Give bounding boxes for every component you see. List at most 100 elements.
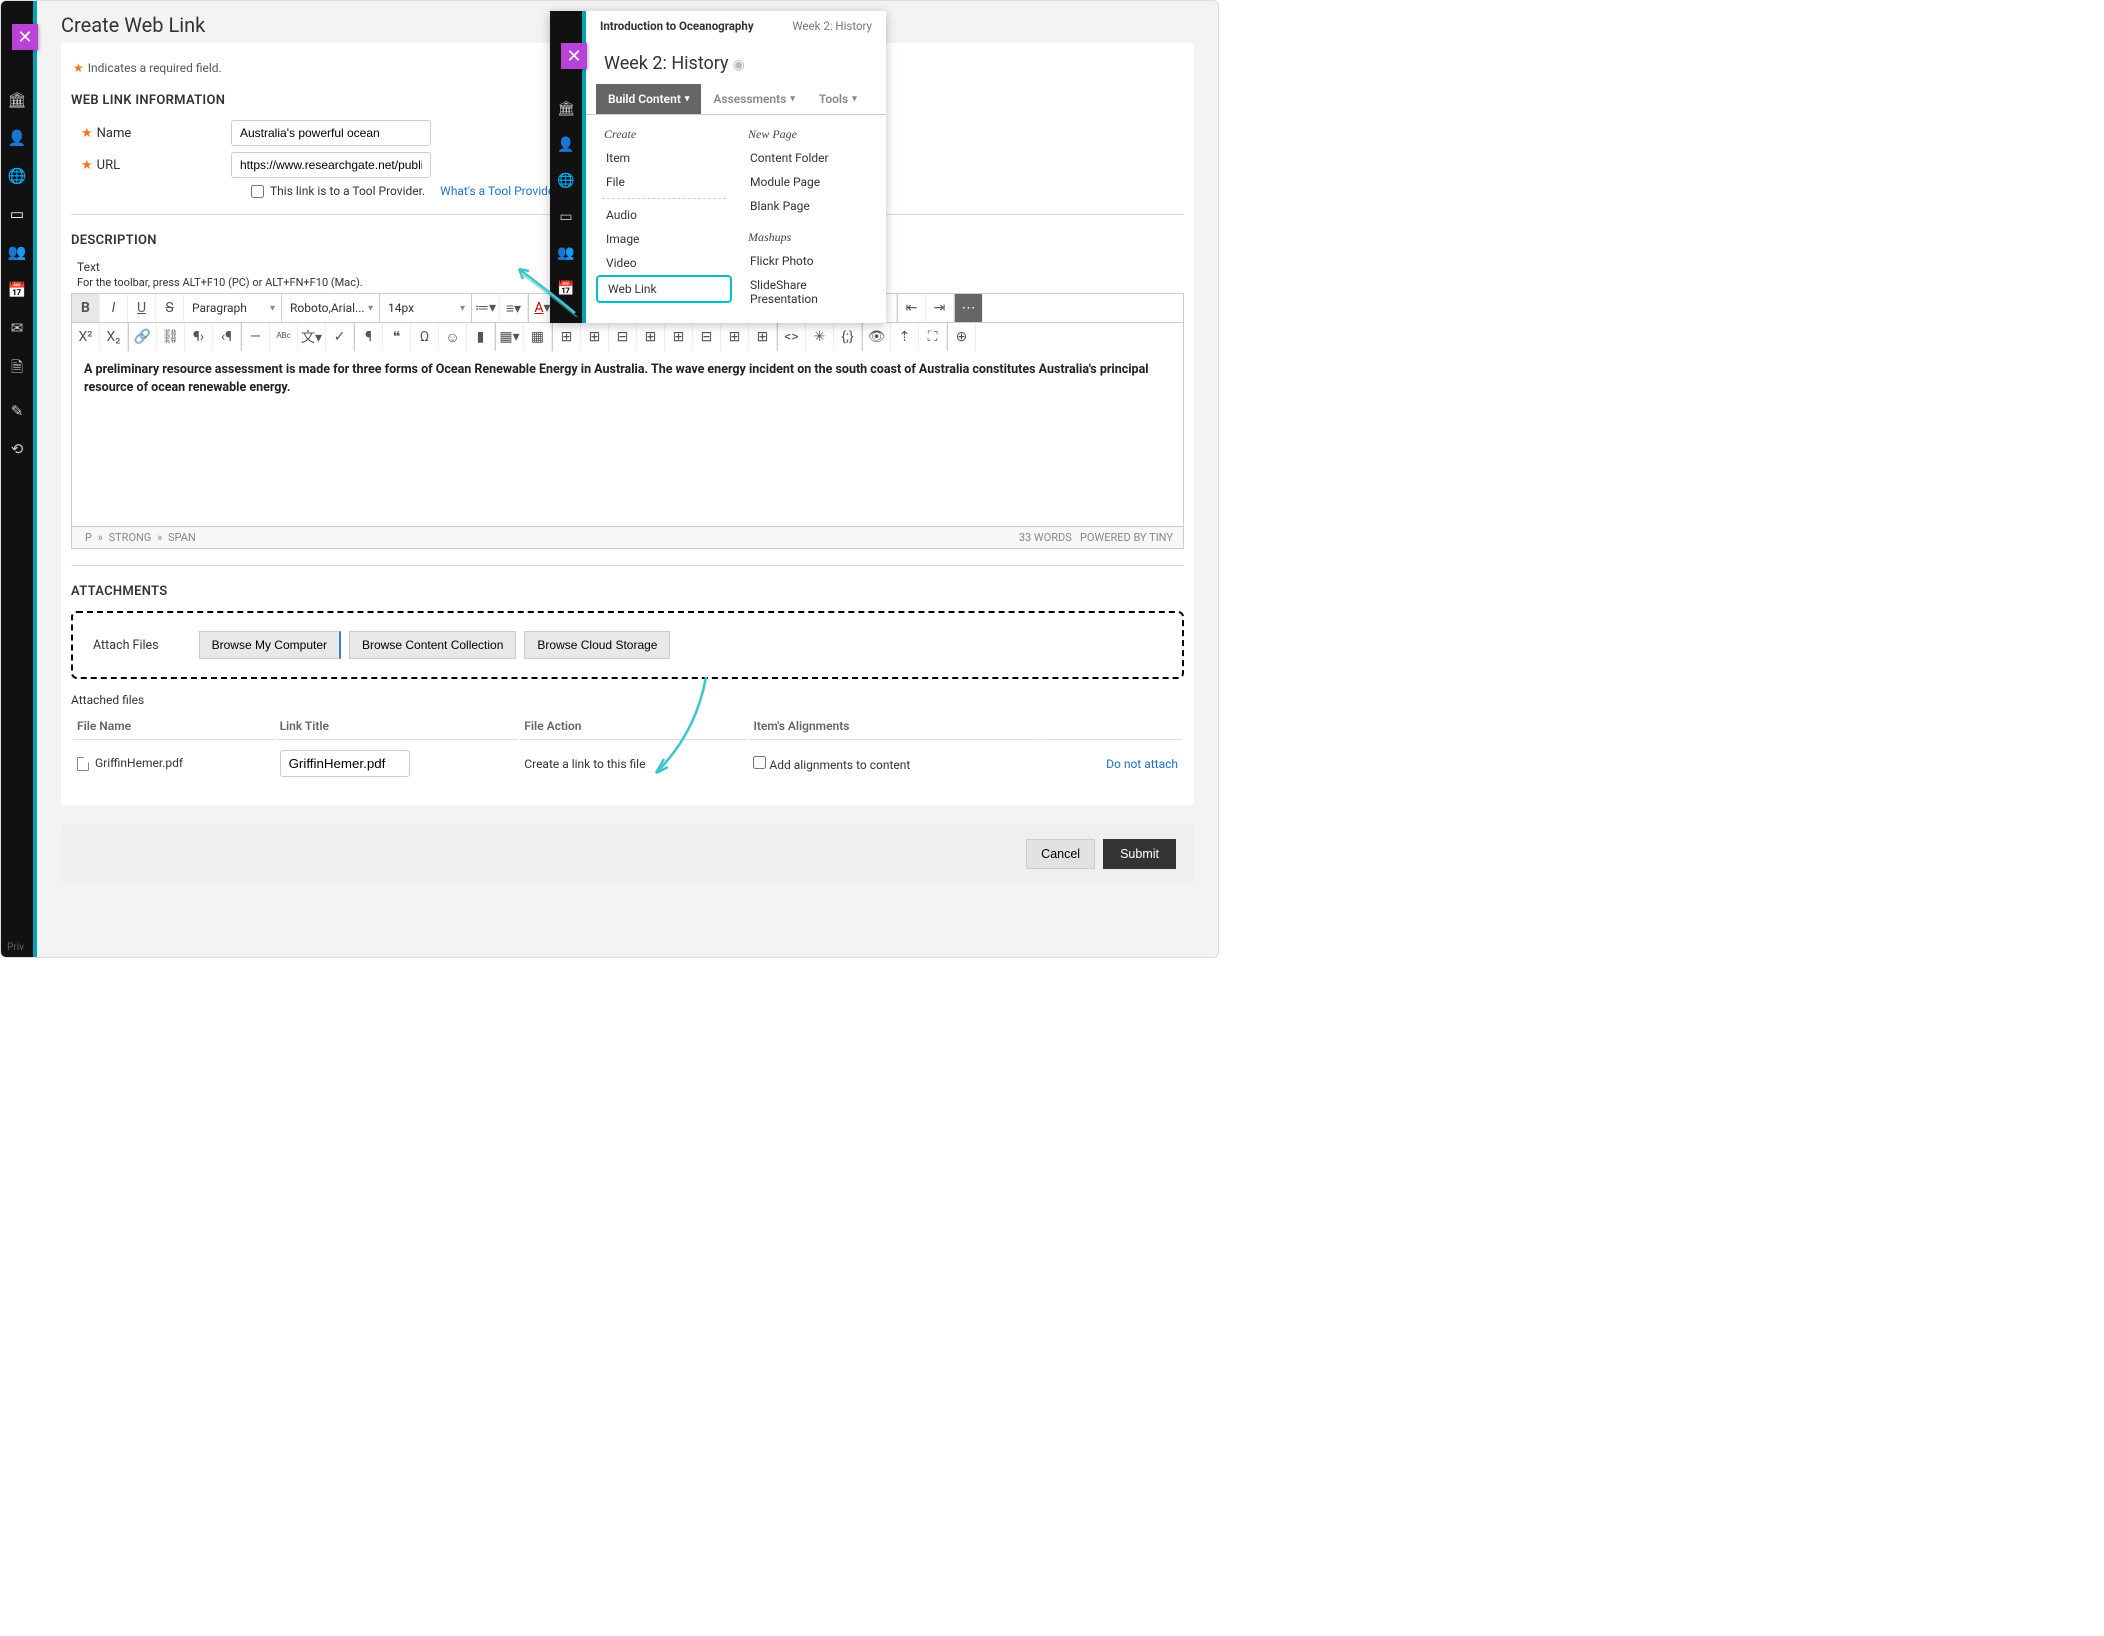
link-button[interactable]: 🔗 (129, 323, 157, 351)
add-content-button[interactable]: ⊕ (948, 323, 976, 351)
popup-close-button[interactable]: ✕ (561, 43, 587, 69)
visibility-icon[interactable]: ◉ (733, 57, 745, 73)
groups-icon[interactable]: 👥 (8, 243, 27, 261)
file-name: GriffinHemer.pdf (95, 756, 183, 770)
menu-item-slideshare[interactable]: SlideShare Presentation (740, 273, 876, 311)
merge-button[interactable]: ⊞ (721, 323, 749, 351)
paragraph-button[interactable]: ¶ (355, 323, 383, 351)
row-before-button[interactable]: ⊞ (553, 323, 581, 351)
fullscreen-button[interactable]: ⛶ (919, 323, 947, 351)
grades-icon[interactable]: 🗎 (11, 357, 23, 382)
outdent-button[interactable]: ⇤ (898, 294, 926, 322)
rte-body[interactable]: A preliminary resource assessment is mad… (72, 351, 1183, 526)
do-not-attach-link[interactable]: Do not attach (1106, 757, 1178, 771)
quote-button[interactable]: ❝ (383, 323, 411, 351)
tool-provider-checkbox[interactable] (251, 185, 264, 198)
institution-icon[interactable]: 🏛 (557, 101, 575, 117)
more-toolbar-button[interactable]: ⋯ (955, 294, 983, 322)
menu-item-image[interactable]: Image (596, 227, 732, 251)
calendar-icon[interactable]: 📅 (557, 281, 574, 297)
close-panel-button[interactable]: ✕ (12, 24, 38, 50)
italic-button[interactable]: I (100, 294, 128, 322)
bold-button[interactable]: B (72, 294, 100, 322)
ltr-button[interactable]: ¶› (185, 323, 213, 351)
menu-item-blank-page[interactable]: Blank Page (740, 194, 876, 218)
anchor-button[interactable]: ▮ (467, 323, 495, 351)
menu-item-content-folder[interactable]: Content Folder (740, 146, 876, 170)
rtl-button[interactable]: ‹¶ (213, 323, 241, 351)
css-button[interactable]: ✳ (806, 323, 834, 351)
courses-icon[interactable]: ▭ (559, 209, 572, 225)
col-before-button[interactable]: ⊞ (637, 323, 665, 351)
name-input[interactable] (231, 120, 431, 146)
browse-collection-button[interactable]: Browse Content Collection (349, 631, 516, 659)
submit-button[interactable]: Submit (1103, 839, 1176, 869)
menu-item-flickr[interactable]: Flickr Photo (740, 249, 876, 273)
col-delete-button[interactable]: ⊟ (693, 323, 721, 351)
block-format-select[interactable]: Paragraph (184, 294, 282, 322)
code-button[interactable]: {;} (834, 323, 862, 351)
row-delete-button[interactable]: ⊟ (609, 323, 637, 351)
menu-item-web-link[interactable]: Web Link (596, 275, 732, 303)
spellcheck-button[interactable]: ✓ (326, 323, 354, 351)
split-button[interactable]: ⊞ (749, 323, 777, 351)
menu-item-video[interactable]: Video (596, 251, 732, 275)
preview-button[interactable]: 👁 (863, 323, 891, 351)
profile-icon[interactable]: 👤 (557, 137, 574, 153)
menu-item-audio[interactable]: Audio (596, 203, 732, 227)
menu-item-file[interactable]: File (596, 170, 732, 194)
browse-computer-button[interactable]: Browse My Computer (199, 631, 341, 659)
hr-button[interactable]: — (242, 323, 270, 351)
accessibility-button[interactable]: ⇡ (891, 323, 919, 351)
emoji-button[interactable]: ☺ (439, 323, 467, 351)
courses-icon[interactable]: ▭ (10, 205, 24, 223)
profile-icon[interactable]: 👤 (8, 129, 27, 147)
table-delete-button[interactable]: ▦ (524, 323, 552, 351)
tab-assessments[interactable]: Assessments▾ (701, 84, 806, 114)
tool-provider-help-link[interactable]: What's a Tool Provider? (440, 184, 564, 198)
cancel-button[interactable]: Cancel (1026, 839, 1095, 869)
number-list-button[interactable]: ≡▾ (500, 294, 528, 322)
col-action: File Action (520, 713, 747, 740)
bullet-list-button[interactable]: ≔▾ (472, 294, 500, 322)
breadcrumb-course[interactable]: Introduction to Oceanography (600, 19, 754, 33)
add-alignments-checkbox[interactable] (753, 756, 766, 769)
groups-icon[interactable]: 👥 (557, 245, 574, 261)
superscript-button[interactable]: X² (72, 323, 100, 351)
link-title-input[interactable] (280, 750, 410, 777)
create-heading: Create (596, 123, 732, 146)
attach-dropzone[interactable]: Attach Files Browse My Computer Browse C… (71, 611, 1184, 679)
privacy-link[interactable]: Priv (7, 942, 24, 953)
add-alignments-label: Add alignments to content (769, 758, 910, 772)
abbr-button[interactable]: ᴬᴮᶜ (270, 323, 298, 351)
messages-icon[interactable]: ✉ (11, 319, 24, 337)
signout-icon[interactable]: ⟲ (11, 440, 24, 458)
indent-button[interactable]: ⇥ (926, 294, 954, 322)
menu-item-item[interactable]: Item (596, 146, 732, 170)
table-button[interactable]: ▦▾ (496, 323, 524, 351)
font-family-select[interactable]: Roboto,Arial... (282, 294, 380, 322)
col-after-button[interactable]: ⊞ (665, 323, 693, 351)
symbol-button[interactable]: Ω (411, 323, 439, 351)
subscript-button[interactable]: X₂ (100, 323, 128, 351)
tab-tools[interactable]: Tools▾ (807, 84, 869, 114)
rte-element-path: P » STRONG » SPAN (82, 531, 199, 544)
lang-button[interactable]: 文▾ (298, 323, 326, 351)
breadcrumb-page[interactable]: Week 2: History (792, 19, 872, 33)
menu-item-module-page[interactable]: Module Page (740, 170, 876, 194)
strike-button[interactable]: S (156, 294, 184, 322)
url-label: ★URL (81, 158, 231, 173)
font-size-select[interactable]: 14px (380, 294, 472, 322)
row-after-button[interactable]: ⊞ (581, 323, 609, 351)
underline-button[interactable]: U (128, 294, 156, 322)
globe-icon[interactable]: 🌐 (557, 173, 574, 189)
tab-build-content[interactable]: Build Content▾ (596, 84, 701, 114)
unlink-button[interactable]: ⛓ (157, 323, 185, 351)
institution-icon[interactable]: 🏛 (7, 91, 26, 109)
url-input[interactable] (231, 152, 431, 178)
tools-icon[interactable]: ✎ (11, 402, 24, 420)
html-button[interactable]: <> (778, 323, 806, 351)
calendar-icon[interactable]: 📅 (8, 281, 27, 299)
browse-cloud-button[interactable]: Browse Cloud Storage (524, 631, 670, 659)
globe-icon[interactable]: 🌐 (8, 167, 27, 185)
